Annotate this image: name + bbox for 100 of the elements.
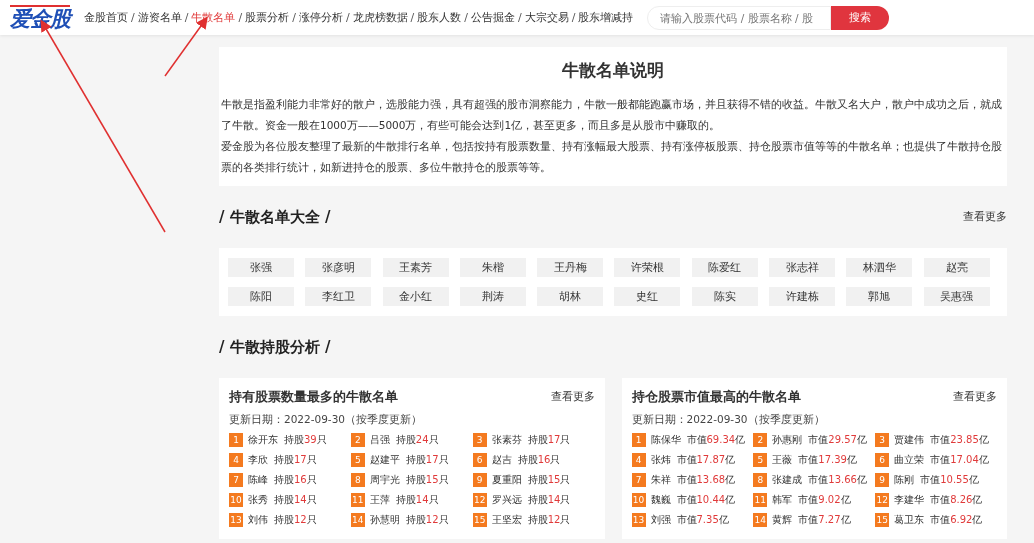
investor-name[interactable]: 王坚宏: [491, 513, 522, 527]
investor-name[interactable]: 陈刚: [894, 473, 915, 487]
stat-text: 市值13.66亿: [808, 473, 867, 487]
rank-badge: 3: [875, 433, 890, 447]
investor-name[interactable]: 朱祥: [650, 473, 671, 487]
more-link[interactable]: 查看更多: [550, 390, 595, 404]
name-tag[interactable]: 王素芳: [382, 258, 449, 277]
investor-name[interactable]: 张素芬: [491, 433, 522, 447]
nav-link[interactable]: 股票分析: [245, 10, 290, 25]
investor-name[interactable]: 徐开东: [248, 433, 278, 447]
stat-text: 市值10.55亿: [920, 473, 979, 487]
name-tag[interactable]: 金小红: [382, 287, 449, 306]
update-date: 更新日期：2022-09-30（按季度更新）: [631, 413, 826, 427]
investor-name[interactable]: 孙慧明: [369, 513, 400, 527]
name-tag[interactable]: 赵亮: [923, 258, 990, 277]
name-tag[interactable]: 陈实: [691, 287, 758, 306]
stat-text: 市值23.85亿: [930, 433, 989, 447]
investor-name[interactable]: 韩军: [772, 493, 793, 507]
name-tag[interactable]: 李红卫: [305, 287, 372, 306]
name-tag[interactable]: 陈阳: [228, 287, 294, 306]
name-tag[interactable]: 许建栋: [769, 287, 836, 306]
rank-badge: 15: [875, 513, 890, 527]
name-tag[interactable]: 王丹梅: [537, 258, 604, 277]
stat-text: 市值69.34亿: [686, 433, 746, 447]
section-title: / 牛散名单大全 /: [219, 207, 331, 227]
stat-text: 市值7.27亿: [798, 513, 851, 527]
investor-name[interactable]: 曲立荣: [894, 453, 925, 467]
rank-badge: 8: [753, 473, 768, 487]
stat-text: 持股12只: [405, 513, 449, 527]
investor-name[interactable]: 李欣: [248, 453, 268, 467]
nav-link[interactable]: 涨停分析: [298, 10, 343, 25]
investor-name[interactable]: 刘伟: [248, 513, 268, 527]
update-date: 更新日期：2022-09-30（按季度更新）: [229, 413, 424, 427]
search-field[interactable]: 请输入股票代码 / 股票名称 / 股: [647, 5, 832, 30]
separator: /: [292, 11, 296, 24]
nav-link[interactable]: 龙虎榜数据: [352, 10, 408, 25]
investor-name[interactable]: 王薇: [772, 453, 793, 467]
more-link[interactable]: 查看更多: [953, 390, 997, 404]
rank-badge: 2: [753, 433, 768, 447]
rank-badge: 10: [631, 493, 646, 507]
name-tag[interactable]: 张强: [228, 258, 294, 277]
rank-badge: 13: [631, 513, 646, 527]
name-tag[interactable]: 张彦明: [305, 258, 372, 277]
investor-name[interactable]: 赵吉: [491, 453, 512, 467]
name-tag[interactable]: 史红: [614, 287, 681, 306]
investor-name[interactable]: 张炜: [650, 453, 671, 467]
investor-name[interactable]: 陈保华: [650, 433, 681, 447]
investor-name[interactable]: 夏重阳: [491, 473, 522, 487]
name-tag[interactable]: 荆涛: [459, 287, 526, 306]
name-tag[interactable]: 胡林: [537, 287, 604, 306]
rank-badge: 5: [350, 453, 365, 467]
stat-text: 市值17.04亿: [930, 453, 989, 467]
investor-name[interactable]: 吕强: [369, 433, 390, 447]
name-tag[interactable]: 吴惠强: [923, 287, 990, 306]
investor-name[interactable]: 王萍: [369, 493, 390, 507]
investor-name[interactable]: 周宇光: [369, 473, 400, 487]
investor-name[interactable]: 贾建伟: [894, 433, 925, 447]
name-tag[interactable]: 许荣根: [614, 258, 681, 277]
nav-link[interactable]: 金股首页: [84, 10, 128, 25]
investor-name[interactable]: 魏巍: [650, 493, 671, 507]
separator: /: [571, 11, 576, 24]
rank-badge: 14: [350, 513, 365, 527]
stat-text: 持股16只: [517, 453, 561, 467]
investor-name[interactable]: 赵建平: [369, 453, 400, 467]
rank-badge: 13: [229, 513, 243, 527]
name-tag[interactable]: 朱楷: [459, 258, 526, 277]
separator: /: [518, 11, 522, 24]
separator: /: [464, 11, 469, 24]
stat-text: 市值8.26亿: [930, 493, 983, 507]
more-link[interactable]: 查看更多: [963, 210, 1007, 224]
rank-badge: 6: [472, 453, 487, 467]
separator: /: [238, 11, 243, 24]
investor-name[interactable]: 张秀: [248, 493, 268, 507]
rank-badge: 4: [631, 453, 646, 467]
investor-name[interactable]: 刘强: [650, 513, 671, 527]
investor-name[interactable]: 罗兴远: [491, 493, 522, 507]
investor-name[interactable]: 孙惠刚: [772, 433, 803, 447]
nav-link[interactable]: 游资名单: [137, 10, 182, 25]
stat-text: 持股16只: [274, 473, 317, 487]
nav-link[interactable]: 股东增减持: [578, 10, 634, 25]
investor-name[interactable]: 李建华: [894, 493, 925, 507]
nav-link[interactable]: 大宗交易: [524, 10, 569, 25]
name-tag[interactable]: 张志祥: [769, 258, 836, 277]
rank-badge: 4: [229, 453, 243, 467]
investor-name[interactable]: 葛卫东: [894, 513, 925, 527]
investor-name[interactable]: 黄辉: [772, 513, 793, 527]
panel-title: 持仓股票市值最高的牛散名单: [631, 388, 801, 406]
stat-text: 持股39只: [284, 433, 327, 447]
investor-name[interactable]: 陈峰: [248, 473, 268, 487]
rank-badge: 12: [875, 493, 890, 507]
search-button[interactable]: 搜索: [831, 5, 890, 30]
name-tag[interactable]: 林泗华: [846, 258, 913, 277]
rank-badge: 15: [472, 513, 487, 527]
name-tag[interactable]: 郭旭: [846, 287, 913, 306]
investor-name[interactable]: 张建成: [772, 473, 803, 487]
name-tag[interactable]: 陈爱红: [691, 258, 758, 277]
nav-link[interactable]: 公告掘金: [471, 10, 516, 25]
rank-badge: 10: [229, 493, 243, 507]
nav-link[interactable]: 股东人数: [417, 10, 462, 25]
rank-badge: 9: [472, 473, 487, 487]
